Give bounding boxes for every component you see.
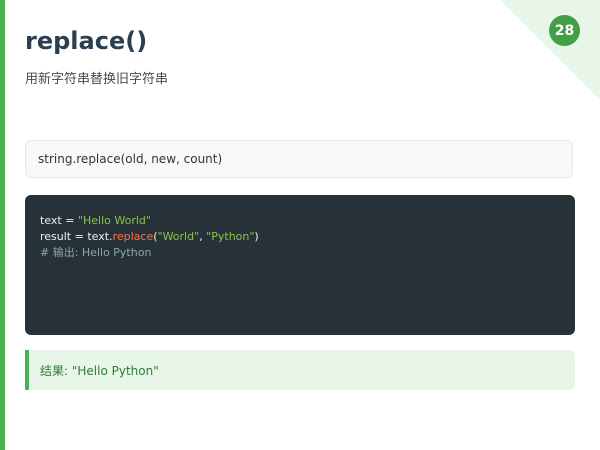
code-arg-new: "Python" xyxy=(206,230,255,243)
code-line-2: result = text.replace("World", "Python") xyxy=(40,229,560,245)
page-number-badge: 28 xyxy=(549,15,580,46)
code-string-literal: "Hello World" xyxy=(77,214,151,227)
code-var-result: result xyxy=(40,230,72,243)
code-line-1: text = "Hello World" xyxy=(40,213,560,229)
code-operator: = xyxy=(71,230,88,243)
code-var-text: text xyxy=(40,214,62,227)
code-block: text = "Hello World" result = text.repla… xyxy=(25,195,575,335)
corner-decoration xyxy=(500,0,600,100)
syntax-box: string.replace(old, new, count) xyxy=(25,140,573,178)
code-object: text. xyxy=(87,230,113,243)
left-accent-bar xyxy=(0,0,5,450)
code-operator: = xyxy=(61,214,78,227)
code-paren-close: ) xyxy=(254,230,259,243)
code-arg-old: "World" xyxy=(157,230,200,243)
result-box: 结果: "Hello Python" xyxy=(25,350,575,390)
result-text: 结果: "Hello Python" xyxy=(40,363,159,378)
page-title: replace() xyxy=(25,27,148,55)
syntax-signature: string.replace(old, new, count) xyxy=(38,152,223,166)
code-method-name: replace xyxy=(112,230,154,243)
code-comment-line: # 输出: Hello Python xyxy=(40,246,152,259)
page-subtitle: 用新字符串替换旧字符串 xyxy=(25,72,169,87)
